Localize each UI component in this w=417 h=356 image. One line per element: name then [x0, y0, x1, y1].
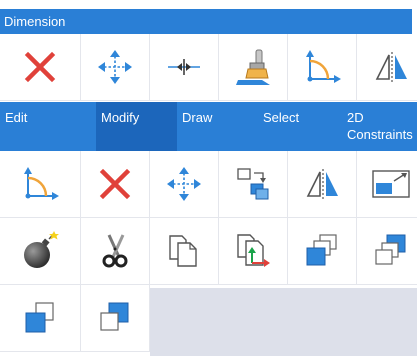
tab-modify[interactable]: Modify: [96, 102, 177, 151]
toolbar-panel: Dimension Edit Modify Draw Select 2D Con…: [0, 0, 417, 356]
panel-title: Dimension: [0, 9, 412, 34]
move-icon: [98, 50, 132, 84]
tab-draw[interactable]: Draw: [177, 102, 258, 151]
modify-toolbar-row-1: [0, 151, 417, 218]
break-button[interactable]: [150, 34, 219, 101]
copy-stack-button[interactable]: [219, 151, 288, 218]
empty-toolbar-area: [150, 288, 417, 356]
move-button[interactable]: [81, 34, 150, 101]
explode-bomb-icon: [24, 231, 59, 268]
send-under-button[interactable]: [81, 285, 150, 352]
delete-icon: [99, 168, 131, 200]
delete-button[interactable]: [81, 151, 150, 218]
copy-with-basepoint-button[interactable]: [219, 218, 288, 285]
trim-button[interactable]: [81, 218, 150, 285]
copy-button[interactable]: [150, 218, 219, 285]
copy-pages-icon: [169, 235, 197, 267]
tab-select[interactable]: Select: [258, 102, 342, 151]
mirror-button[interactable]: [357, 34, 417, 101]
send-to-back-button[interactable]: [357, 218, 417, 285]
move-button[interactable]: [150, 151, 219, 218]
move-icon: [167, 167, 201, 201]
scale-button[interactable]: [357, 151, 417, 218]
mirror-icon: [375, 52, 407, 82]
mirror-button[interactable]: [288, 151, 357, 218]
modify-toolbar-row-3: [0, 285, 150, 352]
modify-toolbar-row-2: [0, 218, 417, 285]
delete-icon: [24, 51, 56, 83]
dimension-angle-icon: [306, 50, 341, 83]
dimension-angle-button[interactable]: [0, 151, 81, 218]
tab-2d-constraints[interactable]: 2D Constraints: [342, 102, 417, 151]
bring-to-front-button[interactable]: [288, 218, 357, 285]
tab-edit[interactable]: Edit: [0, 102, 96, 151]
dimension-toolbar: [0, 34, 417, 101]
match-properties-button[interactable]: [219, 34, 288, 101]
explode-button[interactable]: [0, 218, 81, 285]
send-under-icon: [100, 302, 129, 331]
dimension-angle-icon: [24, 167, 59, 200]
copy-stack-icon: [237, 168, 269, 200]
match-properties-icon: [236, 49, 270, 85]
bring-above-button[interactable]: [0, 285, 81, 352]
delete-button[interactable]: [0, 34, 81, 101]
scale-icon: [372, 170, 410, 198]
ribbon-tabs: Edit Modify Draw Select 2D Constraints: [0, 102, 417, 151]
mirror-icon: [306, 169, 338, 199]
bring-above-icon: [25, 302, 54, 333]
bring-to-front-icon: [306, 234, 337, 266]
break-icon: [168, 59, 200, 75]
trim-scissors-icon: [102, 234, 128, 268]
dimension-angle-button[interactable]: [288, 34, 357, 101]
copy-with-basepoint-icon: [237, 234, 270, 267]
send-to-back-icon: [375, 234, 406, 265]
